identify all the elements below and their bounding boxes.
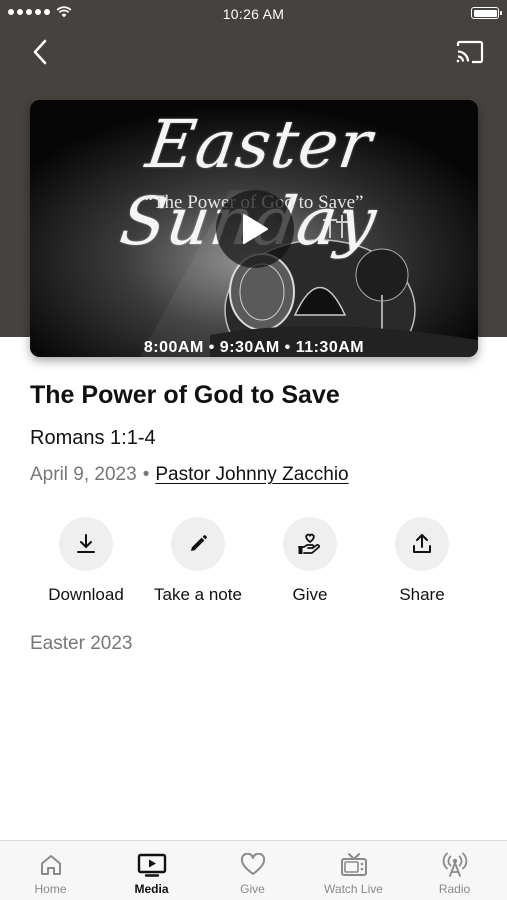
tab-radio[interactable]: Radio: [404, 841, 505, 900]
give-hand-heart-icon: [298, 533, 320, 554]
give-label: Give: [292, 585, 328, 604]
back-button[interactable]: [24, 36, 56, 68]
pencil-icon: [191, 535, 207, 551]
tab-give-label: Give: [240, 882, 265, 896]
tab-home-label: Home: [34, 882, 67, 896]
sermon-date: April 9, 2023: [30, 464, 137, 485]
tab-watch-live[interactable]: Watch Live: [303, 841, 404, 900]
share-button[interactable]: Share: [366, 517, 478, 605]
heart-icon: [240, 853, 265, 875]
home-icon: [40, 855, 61, 875]
share-icon: [413, 534, 431, 553]
share-label: Share: [399, 585, 445, 604]
cast-icon: [456, 40, 484, 64]
give-circle: [283, 517, 337, 571]
chevron-left-icon: [33, 39, 47, 65]
play-icon: [243, 214, 268, 244]
share-circle: [395, 517, 449, 571]
take-note-button[interactable]: Take a note: [142, 517, 254, 605]
sermon-title: The Power of God to Save: [30, 381, 340, 409]
tab-watch-live-label: Watch Live: [324, 882, 383, 896]
video-player[interactable]: Easter Sunday “The Power of God to Save”…: [30, 100, 478, 357]
give-button[interactable]: Give: [254, 517, 366, 605]
tab-media-label: Media: [134, 882, 169, 896]
cast-button[interactable]: [453, 37, 487, 67]
status-time: 10:26 AM: [222, 6, 285, 22]
download-icon: [77, 534, 95, 553]
download-button[interactable]: Download: [30, 517, 142, 605]
scripture-reference: Romans 1:1-4: [30, 427, 156, 449]
tv-play-icon: [137, 853, 166, 877]
meta-separator: •: [142, 464, 150, 485]
bottom-tab-bar: Home Media Give Watch Live Radio: [0, 840, 507, 900]
tab-give[interactable]: Give: [202, 841, 303, 900]
tab-home[interactable]: Home: [0, 841, 101, 900]
take-note-label: Take a note: [154, 585, 242, 604]
status-bar: 10:26 AM: [0, 0, 507, 28]
sermon-meta: April 9, 2023 • Pastor Johnny Zacchio: [30, 464, 349, 486]
take-note-circle: [171, 517, 225, 571]
tv-icon: [340, 853, 367, 876]
action-row: Download Take a note Give Share: [0, 517, 507, 607]
series-label[interactable]: Easter 2023: [30, 633, 132, 655]
tab-radio-label: Radio: [438, 882, 471, 896]
tab-media[interactable]: Media: [101, 841, 202, 900]
video-art-times: 8:00AM • 9:30AM • 11:30AM: [143, 339, 365, 356]
download-circle: [59, 517, 113, 571]
radio-antenna-icon: [442, 852, 467, 877]
download-label: Download: [48, 585, 124, 604]
speaker-link[interactable]: Pastor Johnny Zacchio: [155, 464, 348, 486]
play-button[interactable]: [216, 190, 294, 268]
battery-icon: [471, 7, 502, 19]
